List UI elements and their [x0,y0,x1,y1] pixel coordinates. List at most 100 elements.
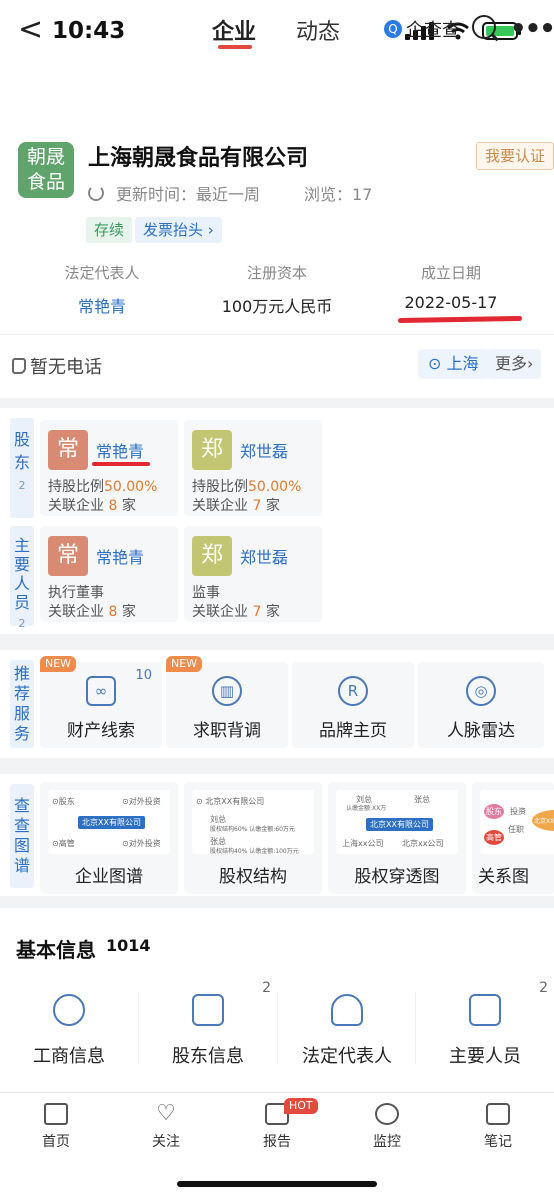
graph-thumbnail: 股东 投资 高管 任职 北京XX有限公司 [480,790,554,854]
home-indicator [177,1181,377,1187]
avatar: 常 [48,536,88,576]
graph-label: 关系图 [478,867,529,887]
graphs-side-text: 查查图谱 [14,796,31,875]
note-icon [486,1103,510,1125]
entry-count: 2 [262,980,271,996]
tab-label: 首页 [42,1134,70,1150]
status-time: 10:43 [52,18,126,44]
related-companies: 关联企业 8 家 [48,604,136,620]
capital-label: 注册资本 [246,264,307,282]
service-network-radar[interactable]: ◎ 人脉雷达 [418,662,544,748]
entry-label: 股东信息 [172,1046,244,1067]
legal-rep-label: 法定代表人 [64,264,140,282]
capital-block: 注册资本 100万元人民币 [197,262,357,317]
new-badge: NEW [40,656,77,672]
person-name[interactable]: 常艳青 [96,544,144,568]
tab-notes[interactable]: 笔记 [468,1103,528,1151]
location-pill[interactable]: ⊙ 上海 [418,349,489,379]
tab-dynamic[interactable]: 动态 [296,14,340,46]
share-ratio: 持股比例50.00% [192,479,302,495]
logo-line2: 食品 [26,171,65,193]
refresh-icon[interactable] [88,185,104,201]
tab-follow[interactable]: ♡ 关注 [136,1103,196,1151]
graph-enterprise[interactable]: ⊙股东 ⊙对外投资 北京XX有限公司 ⊙高管 ⊙对外投资 企业图谱 [40,782,178,894]
tab-label: 报告 [263,1134,291,1150]
key-people-side-label: 主要人员 2 [10,526,34,630]
service-label: 求职背调 [193,721,261,741]
nav-bar [0,62,554,118]
shareholder-card[interactable]: 常 常艳青 持股比例50.00% 关联企业 8 家 [40,420,178,516]
key-people-count: 2 [18,617,26,630]
business-info-entry[interactable]: 工商信息 [0,988,138,1078]
graph-equity-penetration[interactable]: 刘总 张总 认缴金额:XX万 北京XX有限公司 上海xx公司 北京xx公司 股权… [328,782,466,894]
heart-icon: ♡ [156,1101,176,1126]
phone-link[interactable]: 暂无电话 [12,353,102,379]
service-background-check[interactable]: NEW ▥ 求职背调 [166,656,288,748]
services-side-text: 推荐服务 [14,664,31,743]
invoice-title-tag[interactable]: 发票抬头 › [135,217,222,243]
shareholders-count: 2 [18,479,26,492]
service-count: 10 [135,668,152,683]
home-icon [44,1103,68,1125]
radar-icon: ◎ [466,676,496,706]
update-text: 更新时间：最近一周 [116,185,261,204]
update-time: 更新时间：最近一周 [88,181,260,205]
tab-label: 监控 [373,1134,401,1150]
graph-thumbnail: 刘总 张总 认缴金额:XX万 北京XX有限公司 上海xx公司 北京xx公司 [336,790,458,854]
entry-label: 主要人员 [449,1046,521,1067]
more-button[interactable]: 更多› [487,349,542,379]
view-count: 浏览：17 [304,185,373,204]
phone-text: 暂无电话 [30,357,102,378]
shareholder-card[interactable]: 郑 郑世磊 持股比例50.00% 关联企业 7 家 [184,420,322,516]
service-assets[interactable]: NEW 10 ∞ 财产线索 [40,656,162,748]
related-companies: 关联企业 8 家 [48,498,136,514]
avatar: 常 [48,430,88,470]
id-card-icon [192,994,224,1026]
shareholder-info-entry[interactable]: 2 股东信息 [139,980,277,1078]
key-person-card[interactable]: 常 常艳青 执行董事 关联企业 8 家 [40,526,178,622]
status-badge: 存续 [86,217,133,243]
handwritten-underline [92,462,150,466]
search-icon[interactable] [472,15,496,39]
staff-icon [469,994,501,1026]
related-companies: 关联企业 7 家 [192,604,280,620]
tab-home[interactable]: 首页 [26,1103,86,1151]
shareholder-name[interactable]: 郑世磊 [240,438,288,462]
graph-label: 股权结构 [219,867,287,887]
related-companies: 关联企业 7 家 [192,498,280,514]
brand-link[interactable]: Q 企查查 [384,16,460,42]
shareholder-name[interactable]: 常艳青 [96,438,144,462]
legal-rep-entry[interactable]: 法定代表人 [278,988,416,1078]
building-icon: ▥ [212,676,242,706]
avatar: 郑 [192,430,232,470]
more-icon[interactable]: ••• [510,14,554,44]
person-icon [331,994,363,1026]
shareholders-side-text: 股东 [14,430,31,472]
legal-rep-value[interactable]: 常艳青 [22,293,182,317]
logo-line1: 朝晟 [26,146,65,168]
avatar: 郑 [192,536,232,576]
service-label: 人脉雷达 [447,721,515,741]
graph-equity-structure[interactable]: ⊙ 北京XX有限公司 刘总 股权结构60% 认缴金额:60万元 张总 股权结构4… [184,782,322,894]
service-label: 品牌主页 [319,721,387,741]
section-count: 1014 [106,936,151,955]
monitor-icon [375,1103,399,1125]
graph-label: 企业图谱 [75,867,143,887]
back-icon[interactable]: < [18,12,43,47]
shareholders-side-label: 股东 2 [10,418,34,518]
company-name: 上海朝晟食品有限公司 [88,146,309,171]
key-people-entry[interactable]: 2 主要人员 [416,980,554,1078]
service-brand-page[interactable]: R 品牌主页 [292,662,414,748]
person-name[interactable]: 郑世磊 [240,544,288,568]
founded-label: 成立日期 [420,264,481,282]
verify-button[interactable]: 我要认证 [476,142,554,170]
tab-active-indicator [218,45,252,49]
key-person-card[interactable]: 郑 郑世磊 监事 关联企业 7 家 [184,526,322,622]
tab-enterprise[interactable]: 企业 [212,14,256,46]
section-title: 基本信息 [16,938,96,962]
graph-relationship[interactable]: 股东 投资 高管 任职 北京XX有限公司 关系图 [472,782,554,894]
entry-label: 法定代表人 [302,1046,392,1067]
tab-label: 关注 [152,1134,180,1150]
founded-block: 成立日期 2022-05-17 [371,262,531,312]
tab-monitor[interactable]: 监控 [357,1103,417,1151]
